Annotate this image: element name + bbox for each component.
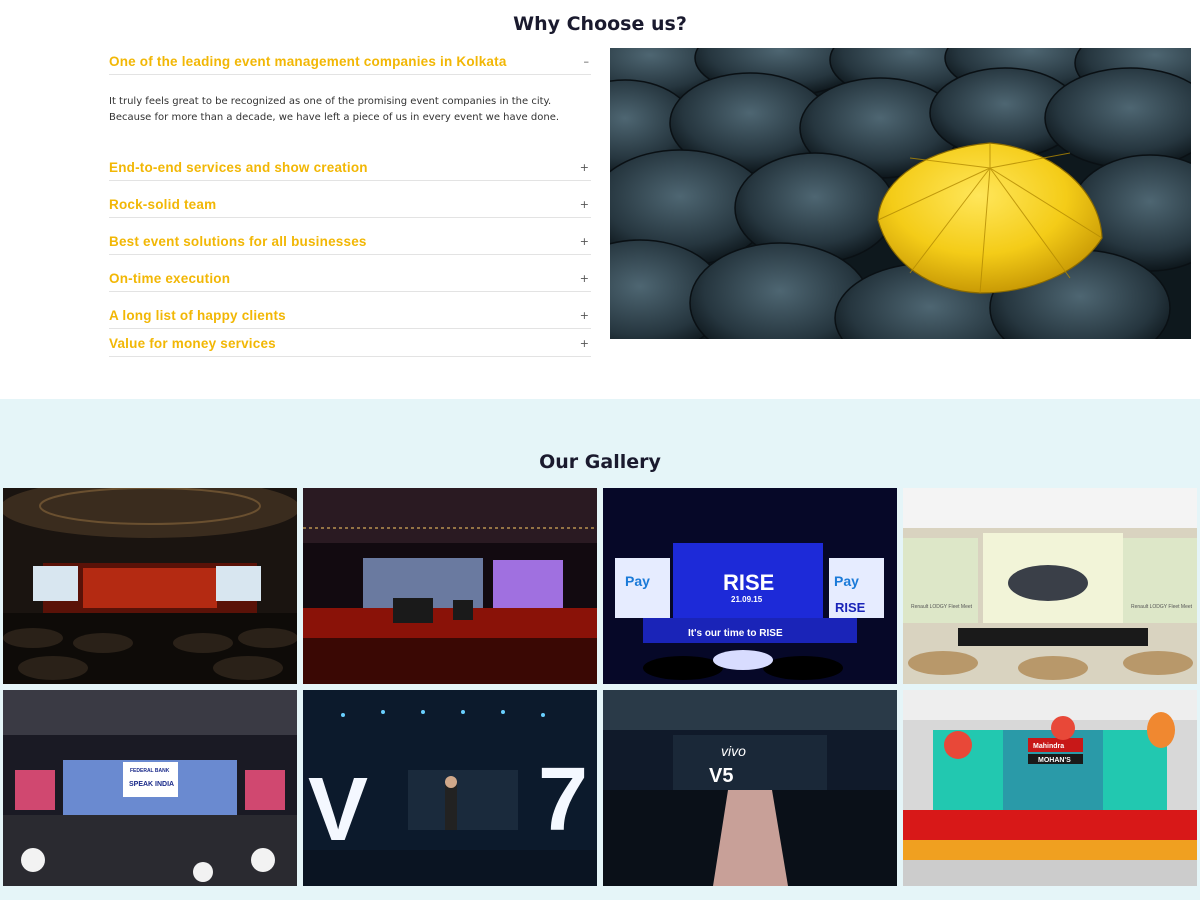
accordion-item-end-to-end: End-to-end services and show creation +	[109, 144, 591, 181]
gallery-image-mahindra-mohans-stage[interactable]: Mahindra MOHAN'S	[903, 690, 1197, 886]
accordion-item-best-solutions: Best event solutions for all businesses …	[109, 218, 591, 255]
gallery-image-music-stage-red-lights[interactable]	[303, 488, 597, 684]
vivo-logo: vivo	[721, 743, 746, 759]
v7-digit-7: 7	[538, 750, 588, 850]
v5-label: V5	[709, 765, 733, 787]
why-choose-us-section: Why Choose us? One of the leading event …	[0, 0, 1200, 400]
accordion-title: A long list of happy clients	[109, 307, 286, 323]
rise-right: RISE	[835, 600, 866, 615]
expand-icon[interactable]: +	[580, 198, 591, 211]
gallery-image-federal-bank-speak-india[interactable]: FEDERAL BANK SPEAK INDIA	[3, 690, 297, 886]
rise-date: 21.09.15	[731, 595, 763, 604]
accordion-title: Value for money services	[109, 336, 276, 351]
accordion-header-best-solutions[interactable]: Best event solutions for all businesses …	[109, 218, 591, 254]
accordion-item-value-for-money: Value for money services +	[109, 329, 591, 357]
gallery-image-renault-lodgy-fleet-meet[interactable]: Renault LODGY Fleet Meet Renault LODGY F…	[903, 488, 1197, 684]
accordion-header-value-for-money[interactable]: Value for money services +	[109, 329, 591, 356]
expand-icon[interactable]: +	[580, 235, 591, 248]
gallery-image-vivo-v7-launch[interactable]: V 7	[303, 690, 597, 886]
expand-icon[interactable]: +	[580, 161, 591, 174]
accordion-title: One of the leading event management comp…	[109, 53, 507, 69]
federal-bank-label: FEDERAL BANK	[130, 768, 170, 774]
expand-icon[interactable]: +	[580, 309, 591, 322]
renault-lodgy-right: Renault LODGY Fleet Meet	[1131, 604, 1193, 610]
expand-icon[interactable]: +	[580, 272, 591, 285]
accordion-title: On-time execution	[109, 270, 231, 286]
gallery-image-paytm-rise-stage[interactable]: Pay RISE 21.09.15 It's our time to RISE …	[603, 488, 897, 684]
speak-india-label: SPEAK INDIA	[129, 781, 174, 788]
accordion-header-on-time[interactable]: On-time execution +	[109, 255, 591, 291]
paytm-logo-left: Pay	[625, 573, 650, 589]
accordion-header-happy-clients[interactable]: A long list of happy clients +	[109, 292, 591, 328]
accordion-header-rock-solid-team[interactable]: Rock-solid team +	[109, 181, 591, 217]
accordion-body: It truly feels great to be recognized as…	[109, 96, 560, 123]
expand-icon[interactable]: +	[580, 337, 591, 350]
gallery-title: Our Gallery	[539, 451, 661, 473]
accordion-item-rock-solid-team: Rock-solid team +	[109, 181, 591, 218]
accordion-title: Best event solutions for all businesses	[109, 233, 367, 249]
accordion-title: End-to-end services and show creation	[109, 159, 368, 175]
mahindra-logo: Mahindra	[1033, 743, 1064, 750]
gallery-grid: Pay RISE 21.09.15 It's our time to RISE …	[3, 488, 1197, 886]
why-accordion: One of the leading event management comp…	[109, 48, 591, 357]
collapse-icon[interactable]: –	[584, 55, 592, 68]
why-choose-us-title: Why Choose us?	[513, 13, 687, 35]
gallery-image-federal-bank-hall-stage[interactable]	[3, 488, 297, 684]
umbrellas-image	[610, 48, 1191, 339]
mohans-logo: MOHAN'S	[1038, 757, 1071, 764]
gallery-image-vivo-v5-auditorium[interactable]: vivo V5	[603, 690, 897, 886]
rise-headline: RISE	[723, 570, 774, 595]
accordion-item-happy-clients: A long list of happy clients +	[109, 292, 591, 329]
paytm-logo-right: Pay	[834, 573, 859, 589]
renault-lodgy-left: Renault LODGY Fleet Meet	[911, 604, 973, 610]
accordion-title: Rock-solid team	[109, 196, 217, 212]
accordion-item-leading-company: One of the leading event management comp…	[109, 48, 591, 144]
accordion-item-on-time: On-time execution +	[109, 255, 591, 292]
accordion-header-leading-company[interactable]: One of the leading event management comp…	[109, 48, 591, 75]
v7-letter-v: V	[308, 760, 368, 860]
accordion-header-end-to-end[interactable]: End-to-end services and show creation +	[109, 144, 591, 180]
rise-tagline: It's our time to RISE	[688, 628, 783, 639]
gallery-section: Our Gallery Pay RISE 21.09.15 It's our t…	[0, 399, 1200, 900]
